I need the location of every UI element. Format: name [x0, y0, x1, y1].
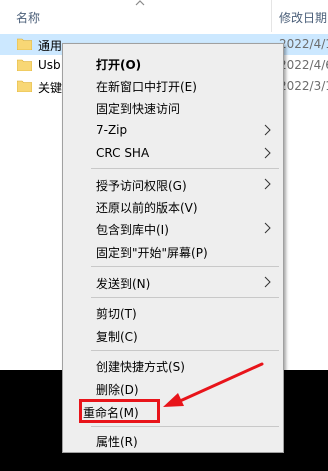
menu-item-crc-sha[interactable]: CRC SHA [63, 142, 283, 164]
chevron-right-icon [264, 178, 271, 190]
menu-item-grant-access[interactable]: 授予访问权限(G) [63, 173, 283, 195]
menu-item-label: 剪切(T) [96, 307, 137, 321]
menu-item-label: CRC SHA [96, 146, 150, 160]
menu-item-properties[interactable]: 属性(R) [63, 429, 283, 451]
menu-item-label: 7-Zip [96, 123, 128, 137]
menu-item-label: 授予访问权限(G) [96, 179, 187, 193]
menu-separator [91, 266, 279, 267]
folder-icon [17, 38, 32, 50]
sort-up-icon [135, 0, 145, 6]
menu-separator [91, 350, 279, 351]
menu-item-7zip[interactable]: 7-Zip [63, 119, 283, 141]
menu-item-pin-quick-access[interactable]: 固定到快速访问 [63, 96, 283, 118]
menu-item-open[interactable]: 打开(O) [63, 52, 283, 74]
menu-separator [91, 426, 279, 427]
menu-item-restore-versions[interactable]: 还原以前的版本(V) [63, 195, 283, 217]
highlight-box [79, 399, 160, 423]
menu-item-label: 固定到"开始"屏幕(P) [96, 246, 208, 260]
folder-icon [17, 80, 32, 92]
menu-item-send-to[interactable]: 发送到(N) [63, 271, 283, 293]
menu-item-open-new-window[interactable]: 在新窗口中打开(E) [63, 74, 283, 96]
menu-item-create-shortcut[interactable]: 创建快捷方式(S) [63, 354, 283, 376]
file-name: Usb [38, 58, 61, 72]
menu-item-label: 还原以前的版本(V) [96, 201, 198, 215]
chevron-right-icon [264, 222, 271, 234]
chevron-right-icon [264, 147, 271, 159]
menu-separator [91, 168, 279, 169]
column-header: 名称 修改日期 [0, 0, 328, 32]
menu-separator [91, 297, 279, 298]
menu-item-include-library[interactable]: 包含到库中(I) [63, 217, 283, 239]
menu-item-label: 打开(O) [96, 58, 142, 72]
file-date: 2022/4/1 [279, 37, 328, 51]
name-column-header[interactable]: 名称 [16, 9, 40, 26]
menu-item-label: 包含到库中(I) [96, 223, 169, 237]
file-date: 2022/4/6 [279, 58, 328, 72]
chevron-right-icon [264, 124, 271, 136]
menu-item-label: 在新窗口中打开(E) [96, 80, 197, 94]
menu-item-label: 发送到(N) [96, 277, 151, 291]
file-date: 2022/3/1 [279, 79, 328, 93]
menu-item-label: 属性(R) [96, 435, 138, 449]
file-name: 关键 [38, 81, 63, 95]
folder-icon [17, 59, 32, 71]
menu-item-pin-start[interactable]: 固定到"开始"屏幕(P) [63, 240, 283, 262]
menu-item-delete[interactable]: 删除(D) [63, 377, 283, 399]
menu-item-label: 删除(D) [96, 383, 139, 397]
date-column-header[interactable]: 修改日期 [279, 9, 327, 26]
chevron-right-icon [264, 276, 271, 288]
menu-item-label: 创建快捷方式(S) [96, 360, 185, 374]
menu-item-cut[interactable]: 剪切(T) [63, 301, 283, 323]
context-menu: 打开(O) 在新窗口中打开(E) 固定到快速访问 7-Zip CRC SHA 授… [62, 43, 284, 453]
menu-item-label: 固定到快速访问 [96, 102, 181, 116]
menu-item-label: 复制(C) [96, 330, 138, 344]
column-divider[interactable] [271, 0, 272, 32]
menu-item-copy[interactable]: 复制(C) [63, 324, 283, 346]
file-name: 通用 [38, 39, 63, 53]
